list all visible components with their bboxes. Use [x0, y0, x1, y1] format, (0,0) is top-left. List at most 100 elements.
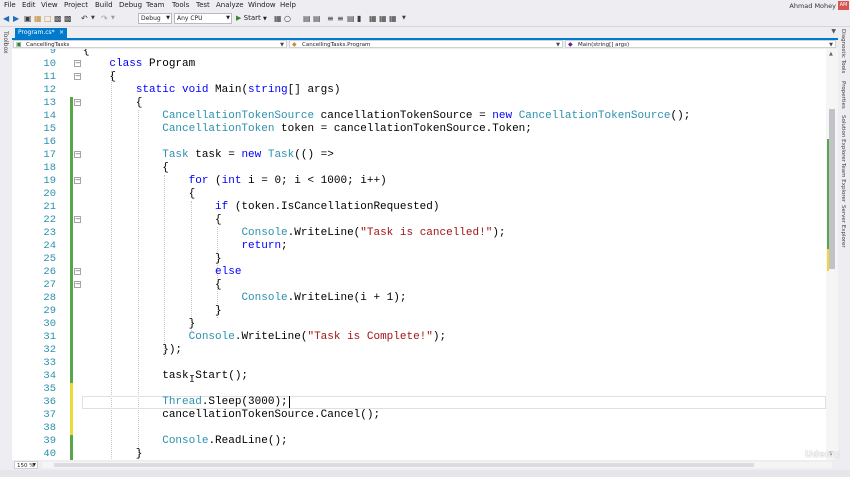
code-line[interactable]: 28 Console.WriteLine(i + 1); [12, 292, 826, 305]
forward-icon[interactable]: ▶ [13, 14, 19, 23]
step-into-icon[interactable]: ▤ [303, 14, 311, 23]
collapse-toggle-icon[interactable]: − [74, 216, 81, 223]
avatar[interactable]: AM [838, 1, 849, 10]
code-line[interactable]: 29 } [12, 305, 826, 318]
menu-debug[interactable]: Debug [119, 1, 142, 9]
code-line[interactable]: 32 }); [12, 344, 826, 357]
indent-icon[interactable]: ≡ [337, 14, 344, 23]
collapse-toggle-icon[interactable]: − [74, 177, 81, 184]
code-line[interactable]: 19 − for (int i = 0; i < 1000; i++) [12, 175, 826, 188]
prev-bookmark-icon[interactable]: ▦ [369, 14, 377, 23]
outdent-icon[interactable]: ≡ [327, 14, 334, 23]
code-line[interactable]: 21 if (token.IsCancellationRequested) [12, 201, 826, 214]
bookmark-icon[interactable]: ▮ [357, 14, 361, 23]
server-explorer-tab[interactable]: Server Explorer [840, 205, 846, 248]
clear-bookmarks-icon[interactable]: ▦ [389, 14, 397, 23]
code-line[interactable]: 36 Thread.Sleep(3000); [12, 396, 826, 409]
solution-icon[interactable]: ▣ [24, 14, 32, 23]
code-line[interactable]: 35 [12, 383, 826, 396]
tab-list-dropdown-icon[interactable]: ▼ [831, 28, 836, 35]
code-line[interactable]: 10 − class Program [12, 58, 826, 71]
code-line[interactable]: 16 [12, 136, 826, 149]
comment-icon[interactable]: ▤ [347, 14, 355, 23]
code-line[interactable]: 20 { [12, 188, 826, 201]
platform-select[interactable]: Any CPU ▼ [174, 13, 232, 24]
toolbar-overflow-icon[interactable]: ▼ [402, 14, 406, 23]
redo-icon[interactable]: ↷ [101, 14, 108, 23]
menu-file[interactable]: File [4, 1, 16, 9]
menu-analyze[interactable]: Analyze [216, 1, 244, 9]
diagnostic-tools-tab[interactable]: Diagnostic Tools [840, 29, 846, 73]
collapse-toggle-icon[interactable]: − [74, 99, 81, 106]
toolbox-tab[interactable]: Toolbox [2, 31, 9, 54]
code-line[interactable]: 30 } [12, 318, 826, 331]
open-file-icon[interactable]: □ [44, 14, 52, 23]
code-line[interactable]: 26 − else [12, 266, 826, 279]
zoom-select[interactable]: 150 % ▼ [14, 461, 38, 469]
code-line[interactable]: 23 Console.WriteLine("Task is cancelled!… [12, 227, 826, 240]
code-line[interactable]: 18 { [12, 162, 826, 175]
code-text: { [83, 279, 222, 291]
code-line[interactable]: 9{ [12, 49, 826, 58]
menu-edit[interactable]: Edit [22, 1, 36, 9]
next-bookmark-icon[interactable]: ▦ [379, 14, 387, 23]
code-line[interactable]: 14 CancellationTokenSource cancellationT… [12, 110, 826, 123]
collapse-toggle-icon[interactable]: − [74, 281, 81, 288]
menu-test[interactable]: Test [196, 1, 210, 9]
redo-dropdown-icon[interactable]: ▼ [111, 14, 115, 23]
scrollbar-thumb[interactable] [829, 109, 835, 269]
type-dropdown[interactable]: ◆ CancellingTasks.Program ▼ [289, 40, 563, 48]
back-icon[interactable]: ◀ [3, 14, 9, 23]
undo-dropdown-icon[interactable]: ▼ [91, 14, 95, 23]
scroll-up-icon[interactable]: ▲ [829, 51, 833, 57]
step-over-icon[interactable]: ▤ [313, 14, 321, 23]
browser-link-icon[interactable]: ○ [284, 14, 291, 23]
collapse-toggle-icon[interactable]: − [74, 73, 81, 80]
code-line[interactable]: 38 [12, 422, 826, 435]
collapse-toggle-icon[interactable]: − [74, 268, 81, 275]
scrollbar-thumb[interactable] [54, 463, 754, 467]
undo-icon[interactable]: ↶ [81, 14, 88, 23]
code-line[interactable]: 37 cancellationTokenSource.Cancel(); [12, 409, 826, 422]
vertical-scrollbar[interactable]: ▲ ▼ [826, 49, 838, 460]
user-name[interactable]: Ahmad Mohey [789, 2, 836, 10]
code-line[interactable]: 40 } [12, 448, 826, 460]
project-dropdown[interactable]: ▣ CancellingTasks ▼ [13, 40, 287, 48]
code-line[interactable]: 33 [12, 357, 826, 370]
code-line[interactable]: 31 Console.WriteLine("Task is Complete!"… [12, 331, 826, 344]
collapse-toggle-icon[interactable]: − [74, 60, 81, 67]
properties-tab[interactable]: Properties [840, 81, 846, 109]
menu-team[interactable]: Team [146, 1, 165, 9]
code-line[interactable]: 12 static void Main(string[] args) [12, 84, 826, 97]
menu-help[interactable]: Help [280, 1, 296, 9]
menu-project[interactable]: Project [64, 1, 88, 9]
horizontal-scrollbar[interactable] [42, 462, 832, 468]
solution-explorer-tab[interactable]: Solution Explorer [840, 115, 846, 162]
tab-program-cs[interactable]: Program.cs* × [15, 28, 67, 38]
menu-view[interactable]: View [41, 1, 58, 9]
code-line[interactable]: 15 CancellationToken token = cancellatio… [12, 123, 826, 136]
menu-tools[interactable]: Tools [172, 1, 189, 9]
code-editor[interactable]: 9{10− class Program 11− {12 static void M… [12, 49, 826, 460]
member-dropdown[interactable]: ◆ Main(string[] args) ▼ [565, 40, 836, 48]
collapse-toggle-icon[interactable]: − [74, 151, 81, 158]
code-line[interactable]: 11 − { [12, 71, 826, 84]
code-line[interactable]: 17 − Task task = new Task(() => [12, 149, 826, 162]
code-line[interactable]: 22 − { [12, 214, 826, 227]
attach-icon[interactable]: ▦ [274, 14, 282, 23]
code-line[interactable]: 25 } [12, 253, 826, 266]
menu-window[interactable]: Window [248, 1, 276, 9]
save-all-icon[interactable]: ▩ [64, 14, 72, 23]
code-line[interactable]: 27 − { [12, 279, 826, 292]
close-icon[interactable]: × [59, 28, 64, 38]
start-button[interactable]: ▶ Start ▼ [236, 14, 267, 22]
code-line[interactable]: 24 return; [12, 240, 826, 253]
menu-build[interactable]: Build [95, 1, 113, 9]
save-icon[interactable]: ▩ [54, 14, 62, 23]
code-line[interactable]: 13 − { [12, 97, 826, 110]
new-project-icon[interactable]: ▦ [34, 14, 42, 23]
team-explorer-tab[interactable]: Team Explorer [840, 163, 846, 202]
code-line[interactable]: 39 Console.ReadLine(); [12, 435, 826, 448]
code-line[interactable]: 34 task.Start(); [12, 370, 826, 383]
configuration-select[interactable]: Debug ▼ [138, 13, 172, 24]
